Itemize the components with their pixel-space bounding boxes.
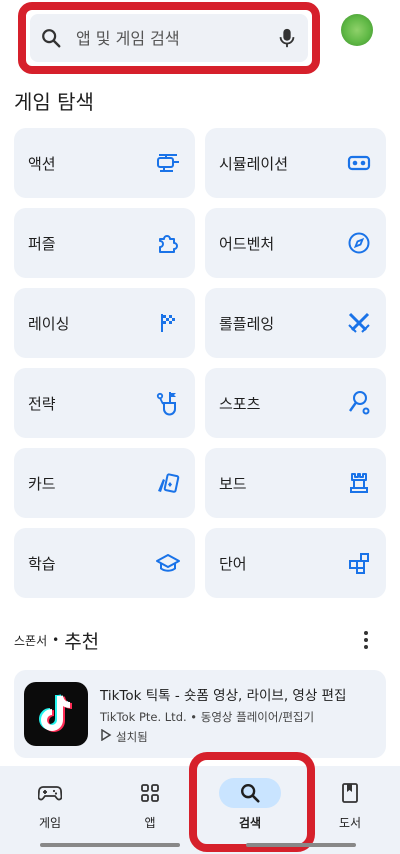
category-tile-adventure[interactable]: 어드벤처	[205, 208, 386, 278]
recommended-title: 추천	[64, 630, 100, 653]
word-blocks-icon	[346, 550, 372, 576]
category-tile-simulation[interactable]: 시뮬레이션	[205, 128, 386, 198]
category-label: 스포츠	[219, 394, 261, 413]
compass-icon	[346, 230, 372, 256]
category-label: 보드	[219, 474, 247, 493]
nav-books[interactable]: 도서	[310, 778, 390, 831]
puzzle-piece-icon	[155, 230, 181, 256]
category-tile-educational[interactable]: 학습	[14, 528, 195, 598]
category-label: 시뮬레이션	[219, 154, 289, 173]
search-input[interactable]	[76, 23, 276, 53]
search-highlight-frame	[18, 2, 320, 74]
checkered-flag-icon	[155, 310, 181, 336]
category-tile-puzzle[interactable]: 퍼즐	[14, 208, 195, 278]
tiktok-app-icon	[24, 682, 88, 746]
category-tile-action[interactable]: 액션	[14, 128, 195, 198]
search-tab-highlight-frame	[189, 752, 315, 852]
bookmark-book-icon	[322, 778, 378, 808]
racket-icon	[346, 390, 372, 416]
strategy-flag-icon	[155, 390, 181, 416]
category-tile-sports[interactable]: 스포츠	[205, 368, 386, 438]
category-tile-board[interactable]: 보드	[205, 448, 386, 518]
graduation-cap-icon	[155, 550, 181, 576]
category-label: 전략	[28, 394, 56, 413]
cards-icon	[155, 470, 181, 496]
nav-label: 도서	[338, 816, 362, 830]
search-bar[interactable]	[30, 14, 308, 62]
category-label: 퍼즐	[28, 234, 56, 253]
nav-label: 앱	[144, 816, 156, 830]
category-label: 어드벤처	[219, 234, 275, 253]
category-tile-strategy[interactable]: 전략	[14, 368, 195, 438]
sponsored-header: 스폰서 • 추천	[14, 626, 386, 654]
category-label: 학습	[28, 554, 56, 573]
category-tile-roleplaying[interactable]: 롤플레잉	[205, 288, 386, 358]
category-label: 레이싱	[28, 314, 70, 333]
apps-grid-icon	[122, 778, 178, 808]
category-label: 액션	[28, 154, 56, 173]
avatar[interactable]	[341, 14, 373, 46]
helicopter-icon	[155, 150, 181, 176]
gesture-bar-right	[246, 843, 356, 847]
vr-goggles-icon	[346, 150, 372, 176]
crossed-swords-icon	[346, 310, 372, 336]
category-tile-racing[interactable]: 레이싱	[14, 288, 195, 358]
installed-icon	[100, 728, 112, 744]
nav-label: 게임	[38, 816, 62, 830]
category-tile-card[interactable]: 카드	[14, 448, 195, 518]
chess-rook-icon	[346, 470, 372, 496]
more-options-icon[interactable]	[354, 628, 378, 652]
category-label: 롤플레잉	[219, 314, 275, 333]
install-status: 설치됨	[100, 728, 346, 745]
app-card-tiktok[interactable]: TikTok 틱톡 - 숏폼 영상, 라이브, 영상 편집 TikTok Pte…	[14, 670, 386, 758]
app-name: TikTok 틱톡 - 숏폼 영상, 라이브, 영상 편집	[100, 687, 347, 704]
separator-dot: •	[52, 633, 60, 647]
section-title: 게임 탐색	[14, 90, 94, 114]
install-status-label: 설치됨	[116, 729, 148, 744]
nav-apps[interactable]: 앱	[110, 778, 190, 831]
nav-games[interactable]: 게임	[10, 778, 90, 831]
gesture-bar-left	[40, 843, 180, 847]
gamepad-icon	[22, 778, 78, 808]
sponsored-label: 스폰서	[14, 633, 48, 648]
category-label: 카드	[28, 474, 56, 493]
category-tile-word[interactable]: 단어	[205, 528, 386, 598]
search-icon	[40, 26, 62, 50]
microphone-icon[interactable]	[276, 26, 298, 50]
category-label: 단어	[219, 554, 247, 573]
app-developer-category: TikTok Pte. Ltd. • 동영상 플레이어/편집기	[100, 709, 315, 724]
